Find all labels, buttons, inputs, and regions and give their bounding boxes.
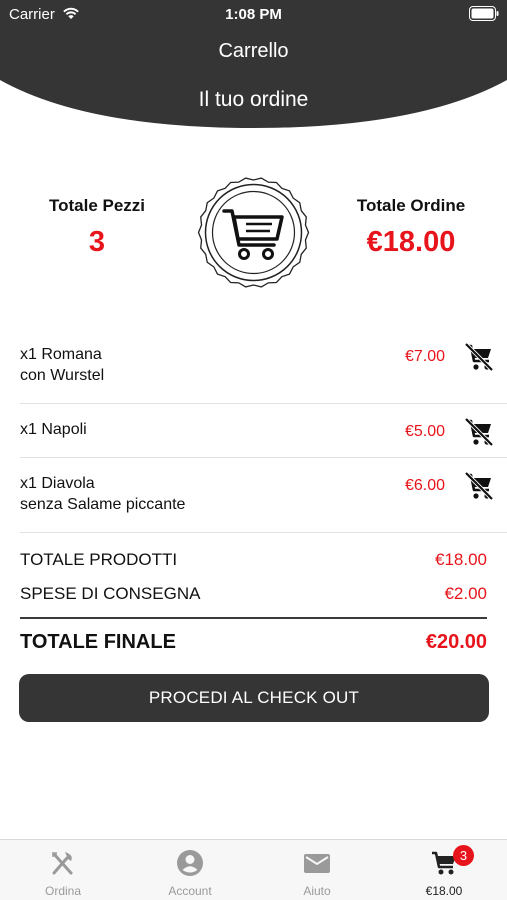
total-products-value: €18.00 [435, 550, 487, 569]
delivery-fee-value: €2.00 [444, 584, 487, 603]
remove-from-cart-icon[interactable] [464, 342, 494, 372]
status-bar: Carrier 1:08 PM [0, 0, 507, 28]
total-pieces-label: Totale Pezzi [48, 196, 146, 215]
tab-label: Aiuto [303, 884, 331, 898]
total-order-value: €18.00 [366, 226, 456, 258]
battery-icon [469, 6, 499, 21]
fork-knife-icon [52, 852, 73, 875]
order-item-description: x1 Romana con Wurstel [20, 344, 104, 386]
remove-from-cart-icon[interactable] [464, 471, 494, 501]
order-item-price: €5.00 [404, 423, 445, 440]
tab-account[interactable]: Account [127, 840, 253, 900]
item-divider [20, 457, 507, 458]
order-item-price: €6.00 [404, 477, 445, 494]
final-total-value: €20.00 [425, 631, 487, 653]
remove-from-cart-icon[interactable] [464, 417, 494, 447]
total-order-label: Totale Ordine [356, 196, 466, 215]
final-total-label: TOTALE FINALE [20, 631, 176, 653]
cart-count-badge: 3 [453, 845, 474, 866]
order-item-name: x1 Napoli [20, 421, 87, 438]
order-item-description: x1 Napoli [20, 419, 87, 440]
delivery-fee-label: SPESE DI CONSEGNA [20, 584, 201, 603]
mail-icon [304, 854, 330, 873]
order-item-description: x1 Diavola senza Salame piccante [20, 473, 185, 515]
order-item-name: x1 Romana [20, 346, 102, 363]
tab-label: Account [168, 884, 212, 898]
totals-divider [20, 617, 487, 619]
tab-cart[interactable]: 3 €18.00 [381, 840, 507, 900]
tab-aiuto[interactable]: Aiuto [254, 840, 380, 900]
item-divider [20, 403, 507, 404]
order-item-price: €7.00 [404, 348, 445, 365]
account-icon [177, 850, 203, 876]
shopping-cart-icon [197, 177, 310, 288]
page-title: Il tuo ordine [198, 88, 309, 111]
tab-label: €18.00 [425, 884, 463, 898]
order-item-name: x1 Diavola [20, 475, 95, 492]
tab-bar: Ordina Account Aiuto 3 €18.00 [0, 839, 507, 900]
order-item-variant: senza Salame piccante [20, 496, 186, 513]
tab-label: Ordina [44, 884, 82, 898]
nav-title: Carrello [218, 40, 289, 62]
total-pieces-value: 3 [88, 226, 106, 258]
tab-ordina[interactable]: Ordina [0, 840, 126, 900]
order-item-variant: con Wurstel [20, 367, 105, 384]
item-divider [20, 532, 507, 533]
total-products-label: TOTALE PRODOTTI [20, 550, 178, 569]
status-time: 1:08 PM [225, 6, 282, 23]
checkout-button[interactable]: PROCEDI AL CHECK OUT [19, 674, 489, 722]
